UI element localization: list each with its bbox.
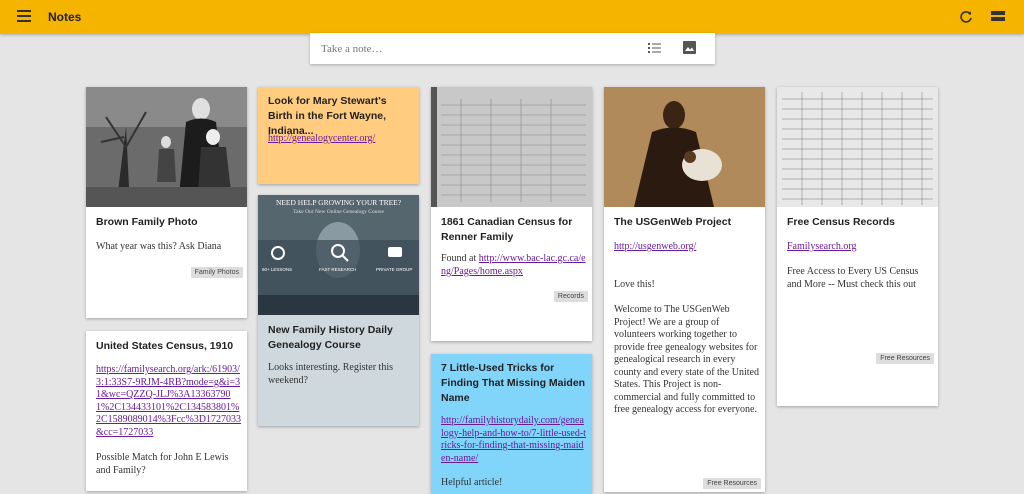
course-banner-heading: NEED HELP GROWING YOUR TREE? [275,198,402,207]
image-icon[interactable] [683,41,696,54]
course-banner-subheading: Take Our New Online Genealogy Course [293,209,384,215]
top-bar: Notes [0,0,1024,34]
note-title: Free Census Records [787,216,895,228]
grid-view-icon[interactable] [991,11,1005,22]
note-link-text[interactable]: http://familyhistorydaily.com/genealogy-… [441,415,586,464]
note-title: Brown Family Photo [96,216,198,228]
note-body: Looks interesting. Register this weekend… [268,362,393,386]
note-label[interactable]: Free Resources [876,353,934,364]
note-card-brown-family[interactable]: Brown Family Photo What year was this? A… [86,87,247,318]
note-card-free-census[interactable]: Free Census Records Familysearch.org Fre… [777,87,938,406]
note-title: 1861 Canadian Census for Renner Family [441,216,573,243]
note-label[interactable]: Family Photos [190,267,243,278]
course-banner-image: NEED HELP GROWING YOUR TREE? Take Our Ne… [258,195,419,315]
app-title: Notes [48,10,82,24]
list-icon[interactable] [648,42,661,54]
note-body: Possible Match for John E Lewis and Fami… [96,452,229,476]
note-link-text[interactable]: https://familysearch.org/ark:/61903/3:1:… [96,364,241,438]
note-link-text[interactable]: http://genealogycenter.org/ [268,133,375,144]
note-link[interactable]: https://familysearch.org/ark:/61903/3:1:… [96,364,241,439]
note-link-text[interactable]: http://usgenweb.org/ [614,241,696,252]
note-link[interactable]: http://familyhistorydaily.com/genealogy-… [441,415,586,465]
note-card-course[interactable]: NEED HELP GROWING YOUR TREE? Take Our Ne… [258,195,419,426]
census-document-image [431,87,592,207]
note-title: 7 Little-Used Tricks for Finding That Mi… [441,362,586,404]
note-body: Love this! [614,279,655,290]
take-note-bar [310,33,715,64]
note-title: United States Census, 1910 [96,340,234,352]
refresh-icon[interactable] [958,9,974,25]
note-link[interactable]: http://genealogycenter.org/ [268,133,413,146]
note-card-mary-stewart[interactable]: Look for Mary Stewart's Birth in the For… [258,87,419,184]
note-card-census-1910[interactable]: United States Census, 1910 https://famil… [86,331,247,491]
note-link-text[interactable]: Familysearch.org [787,241,857,252]
note-card-usgenweb[interactable]: The USGenWeb Project http://usgenweb.org… [604,87,765,492]
course-feature-group: PRIVATE GROUP [376,267,413,272]
note-body: Helpful article! [441,477,503,488]
portrait-photo-image [604,87,765,207]
note-body: Welcome to The USGenWeb Project! We are … [614,304,759,415]
note-label[interactable]: Free Resources [703,478,761,489]
course-feature-lessons: 60+ LESSONS [262,267,293,272]
note-body-prefix: Found at [441,253,479,264]
note-body: Found at http://www.bac-lac.gc.ca/eng/Pa… [441,253,586,278]
note-title: New Family History Daily Genealogy Cours… [268,324,393,351]
family-photo-image [86,87,247,207]
note-link[interactable]: Familysearch.org [787,241,932,254]
note-label[interactable]: Records [553,291,588,302]
note-card-maiden-name[interactable]: 7 Little-Used Tricks for Finding That Mi… [431,354,592,494]
menu-icon[interactable] [17,10,31,22]
note-card-canadian-census[interactable]: 1861 Canadian Census for Renner Family F… [431,87,592,341]
course-feature-research: FAST RESEARCH [319,267,357,272]
note-body: Free Access to Every US Census and More … [787,266,919,290]
note-body: What year was this? Ask Diana [96,241,222,252]
note-link[interactable]: http://usgenweb.org/ [614,241,759,254]
census-sheet-image [777,87,938,207]
note-title: The USGenWeb Project [614,216,732,228]
take-note-input[interactable] [319,40,623,58]
